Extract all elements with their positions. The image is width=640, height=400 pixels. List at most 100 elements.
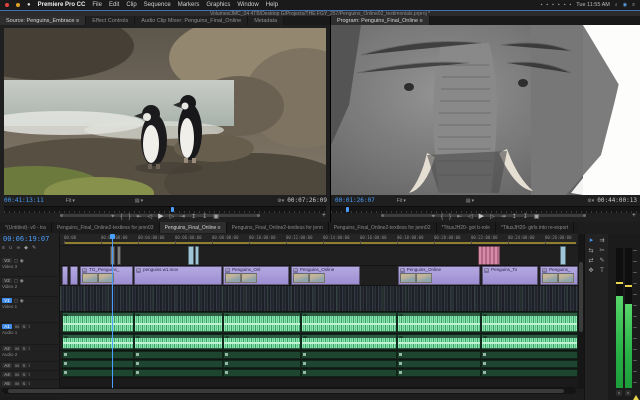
lift-button[interactable]: ↥: [512, 213, 517, 221]
type-tool[interactable]: T: [597, 266, 608, 276]
audio-clip[interactable]: [134, 351, 223, 359]
track-header-a3[interactable]: A3MS⌇: [0, 362, 60, 371]
export-frame-button[interactable]: ▣: [213, 213, 219, 221]
toggle-track-output-eye-icon[interactable]: ◉: [20, 298, 24, 304]
volume-icon[interactable]: ▪: [552, 2, 554, 8]
audio-waveform-clip[interactable]: [223, 334, 301, 350]
bluetooth-icon[interactable]: ▪: [558, 2, 560, 8]
apple-menu-icon[interactable]: ●: [27, 2, 31, 8]
audio-meters-panel[interactable]: s s: [608, 234, 640, 400]
audio-clip[interactable]: [62, 351, 134, 359]
mute-button[interactable]: M: [14, 381, 20, 386]
work-area-bar[interactable]: [64, 242, 576, 244]
track-v1[interactable]: [60, 286, 578, 312]
export-frame-button[interactable]: ▣: [534, 213, 540, 221]
track-a2[interactable]: [60, 334, 578, 351]
lift-button[interactable]: ↥: [191, 213, 196, 221]
target-a1[interactable]: A1: [2, 324, 12, 329]
source-video-viewer[interactable]: [4, 28, 326, 195]
dropbox-icon[interactable]: ▪: [541, 2, 543, 8]
audio-clip[interactable]: [223, 369, 301, 377]
menu-item-clip[interactable]: Clip: [126, 2, 136, 8]
wifi-icon[interactable]: ▪: [569, 2, 571, 8]
timeline-tab-penguins-final-online2-textless-for-jenn02[interactable]: Penguins_Final_Online2-textless for jenn…: [329, 222, 437, 233]
mark-in-button[interactable]: {: [441, 213, 443, 221]
source-settings-wrench-icon[interactable]: ⚙▾: [277, 198, 284, 204]
audio-clip[interactable]: [397, 369, 481, 377]
extract-button[interactable]: ↧: [523, 213, 528, 221]
target-a3[interactable]: A3: [2, 363, 12, 368]
audio-waveform-clip[interactable]: [134, 334, 223, 350]
target-v1[interactable]: V1: [2, 298, 12, 303]
program-resolution-dropdown[interactable]: ▤▾: [466, 198, 474, 204]
go-to-out-button[interactable]: ⇥: [501, 213, 506, 221]
go-to-in-button[interactable]: ⇤: [136, 213, 141, 221]
audio-clip[interactable]: [134, 360, 223, 368]
timeline-settings-icon[interactable]: ✎: [32, 245, 36, 251]
timeline-tab-untitled-v0-tra[interactable]: *(Untitled)- v0 - tra: [0, 222, 52, 233]
solo-button[interactable]: S: [21, 363, 27, 368]
timeline-ruler[interactable]: 00:0000:02:00:0000:04:00:0000:06:00:0000…: [60, 234, 578, 246]
track-header-a1[interactable]: A1MS⌇Audio 1: [0, 323, 60, 345]
mute-button[interactable]: M: [14, 346, 20, 351]
program-zoom-dropdown[interactable]: Fit▾: [397, 198, 406, 204]
tab-effect-controls[interactable]: Effect Controls: [86, 16, 135, 25]
audio-waveform-clip[interactable]: [62, 334, 134, 350]
track-select-forward-tool[interactable]: ⇉: [597, 236, 608, 246]
snap-icon[interactable]: ∪: [9, 245, 13, 251]
voiceover-mic-icon[interactable]: ⌇: [28, 381, 30, 387]
track-v3[interactable]: [60, 246, 578, 266]
solo-button[interactable]: S: [21, 346, 27, 351]
menu-item-graphics[interactable]: Graphics: [206, 2, 230, 8]
timeline-playhead[interactable]: [112, 234, 113, 388]
menu-item-sequence[interactable]: Sequence: [144, 2, 171, 8]
audio-clip[interactable]: [301, 351, 397, 359]
tab-audio-clip-mixer-penguins-final-online[interactable]: Audio Clip Mixer: Penguins_Final_Online: [135, 16, 248, 25]
audio-clip[interactable]: [481, 369, 578, 377]
step-forward-button[interactable]: ▷: [170, 213, 175, 221]
timeline-tab-titusjh20-got-b-role[interactable]: *TitusJH20- got b-role: [437, 222, 496, 233]
timeline-tab-penguins-final-online[interactable]: Penguins_Final_Online ≡: [160, 222, 227, 233]
program-video-viewer[interactable]: [331, 25, 640, 195]
voiceover-mic-icon[interactable]: ⌇: [28, 372, 30, 378]
tab-program-monitor[interactable]: Program: Penguins_Final_Online ≡: [331, 16, 430, 25]
solo-left-button[interactable]: s: [616, 390, 622, 396]
v2-clip[interactable]: fxPenguins_Online: [291, 266, 360, 285]
audio-clip[interactable]: [62, 360, 134, 368]
play-button[interactable]: ▶: [479, 213, 484, 221]
target-a4[interactable]: A4: [2, 372, 12, 377]
track-a5[interactable]: [60, 369, 578, 378]
audio-waveform-clip[interactable]: [397, 312, 481, 333]
spotlight-search-icon[interactable]: ⌕: [615, 2, 618, 8]
track-header-v1[interactable]: V1◻◉Video 1: [0, 297, 60, 323]
track-header-a2[interactable]: A2MS⌇Audio 2: [0, 345, 60, 362]
audio-clip[interactable]: [397, 351, 481, 359]
voiceover-mic-icon[interactable]: ⌇: [28, 324, 30, 330]
target-v2[interactable]: V2: [2, 278, 12, 283]
audio-waveform-clip[interactable]: [62, 312, 134, 333]
track-v2[interactable]: fxTG_Penguins_fxpenguins w1.movfxPenguin…: [60, 266, 578, 286]
linked-selection-icon[interactable]: ∞: [17, 245, 21, 251]
play-button[interactable]: ▶: [158, 213, 163, 221]
v3-clip[interactable]: [188, 246, 194, 265]
timeline-tab-penguins-final-online2-textless-for-jenn[interactable]: Penguins_Final_Online2-textless for jenn: [227, 222, 329, 233]
selection-tool[interactable]: ➤: [586, 236, 597, 246]
v1-clips-dense[interactable]: [60, 286, 578, 311]
add-marker-button[interactable]: ⌖: [432, 213, 435, 221]
v2-clip[interactable]: fxPenguins_Onl: [223, 266, 289, 285]
toggle-track-output-eye-icon[interactable]: ◉: [20, 278, 24, 284]
audio-clip[interactable]: [62, 369, 134, 377]
v3-clip[interactable]: [560, 246, 566, 265]
audio-waveform-clip[interactable]: [134, 312, 223, 333]
v2-clip[interactable]: [62, 266, 68, 285]
audio-waveform-clip[interactable]: [481, 334, 578, 350]
tab-source-penguins-embrace[interactable]: Source: Penguins_Embrace ≡: [0, 16, 86, 25]
mute-button[interactable]: M: [14, 324, 20, 329]
track-a1[interactable]: [60, 312, 578, 334]
menu-item-edit[interactable]: Edit: [109, 2, 119, 8]
go-to-out-button[interactable]: ⇥: [180, 213, 185, 221]
program-current-timecode[interactable]: 00:01:26:07: [335, 197, 375, 204]
extract-button[interactable]: ↧: [202, 213, 207, 221]
timeline-tab-elmost-ed-morbius[interactable]: *Elmost -ed - morbius: [574, 222, 578, 233]
track-header-a4[interactable]: A4MS⌇: [0, 371, 60, 380]
